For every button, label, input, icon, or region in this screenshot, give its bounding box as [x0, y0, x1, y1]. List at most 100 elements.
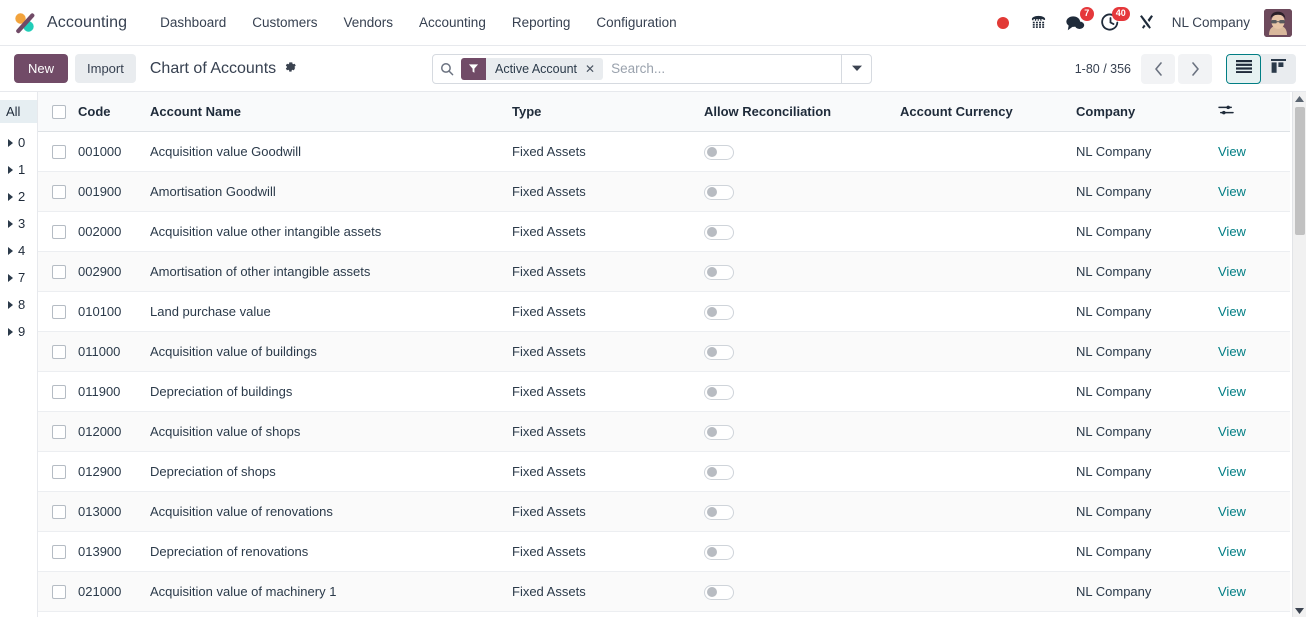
- voip-phone-icon[interactable]: [1028, 11, 1050, 35]
- table-row[interactable]: 013900 Depreciation of renovations Fixed…: [38, 531, 1290, 572]
- scrollbar-thumb[interactable]: [1295, 107, 1305, 235]
- debug-tools-icon[interactable]: [1136, 11, 1158, 35]
- table-row[interactable]: 002900 Amortisation of other intangible …: [38, 251, 1290, 292]
- reconciliation-toggle[interactable]: [704, 424, 734, 440]
- kanban-view-button[interactable]: [1261, 54, 1296, 84]
- table-row[interactable]: 002000 Acquisition value other intangibl…: [38, 211, 1290, 252]
- messages-icon[interactable]: 7: [1064, 6, 1094, 35]
- sidebar-item-all[interactable]: All: [0, 100, 37, 123]
- table-row[interactable]: 001000 Acquisition value Goodwill Fixed …: [38, 131, 1290, 172]
- row-checkbox[interactable]: [52, 425, 66, 440]
- row-checkbox[interactable]: [52, 505, 66, 520]
- company-selector[interactable]: NL Company: [1172, 15, 1250, 30]
- activities-clock-icon[interactable]: 40: [1100, 6, 1130, 35]
- list-view-button[interactable]: [1226, 53, 1261, 84]
- row-checkbox[interactable]: [52, 185, 66, 200]
- view-link[interactable]: View: [1218, 384, 1246, 399]
- reconciliation-toggle[interactable]: [704, 384, 734, 400]
- close-icon[interactable]: ✕: [585, 62, 595, 76]
- row-checkbox[interactable]: [52, 305, 66, 320]
- row-checkbox[interactable]: [52, 585, 66, 600]
- reconciliation-toggle[interactable]: [704, 464, 734, 480]
- pager-previous-button[interactable]: [1141, 53, 1175, 84]
- cell-account-currency: [900, 571, 1076, 612]
- row-checkbox[interactable]: [52, 545, 66, 560]
- import-button[interactable]: Import: [75, 54, 136, 83]
- scroll-down-icon[interactable]: [1293, 604, 1306, 617]
- view-link[interactable]: View: [1218, 504, 1246, 519]
- search-input[interactable]: [603, 54, 841, 83]
- menu-item-reporting[interactable]: Reporting: [499, 9, 584, 36]
- reconciliation-toggle[interactable]: [704, 264, 734, 280]
- table-row[interactable]: 011000 Acquisition value of buildings Fi…: [38, 331, 1290, 372]
- table-row[interactable]: 012900 Depreciation of shops Fixed Asset…: [38, 451, 1290, 492]
- reconciliation-toggle[interactable]: [704, 144, 734, 160]
- menu-item-accounting[interactable]: Accounting: [406, 9, 499, 36]
- menu-item-customers[interactable]: Customers: [239, 9, 330, 36]
- search-facet-active-account[interactable]: Active Account ✕: [461, 57, 604, 80]
- column-header-code[interactable]: Code: [78, 92, 150, 132]
- sidebar-item-1[interactable]: 1: [0, 156, 37, 183]
- view-link[interactable]: View: [1218, 344, 1246, 359]
- menu-item-vendors[interactable]: Vendors: [330, 9, 406, 36]
- reconciliation-toggle[interactable]: [704, 304, 734, 320]
- reconciliation-toggle[interactable]: [704, 504, 734, 520]
- row-checkbox[interactable]: [52, 385, 66, 400]
- reconciliation-toggle[interactable]: [704, 544, 734, 560]
- row-checkbox[interactable]: [52, 265, 66, 280]
- view-link[interactable]: View: [1218, 424, 1246, 439]
- sidebar-item-0[interactable]: 0: [0, 129, 37, 156]
- sidebar-item-3[interactable]: 3: [0, 210, 37, 237]
- user-avatar[interactable]: [1264, 8, 1292, 37]
- row-checkbox[interactable]: [52, 225, 66, 240]
- column-header-company[interactable]: Company: [1076, 92, 1218, 132]
- menu-item-dashboard[interactable]: Dashboard: [147, 9, 239, 36]
- view-link[interactable]: View: [1218, 464, 1246, 479]
- sidebar-item-9[interactable]: 9: [0, 318, 37, 345]
- sidebar-item-2[interactable]: 2: [0, 183, 37, 210]
- recording-dot-icon[interactable]: [992, 11, 1014, 35]
- table-row[interactable]: 010100 Land purchase value Fixed Assets …: [38, 291, 1290, 332]
- table-row[interactable]: 012000 Acquisition value of shops Fixed …: [38, 411, 1290, 452]
- view-link[interactable]: View: [1218, 224, 1246, 239]
- table-row[interactable]: 013000 Acquisition value of renovations …: [38, 491, 1290, 532]
- sidebar-item-7[interactable]: 7: [0, 264, 37, 291]
- chevron-down-icon[interactable]: [841, 54, 871, 83]
- view-link[interactable]: View: [1218, 544, 1246, 559]
- reconciliation-toggle[interactable]: [704, 184, 734, 200]
- row-checkbox[interactable]: [52, 145, 66, 160]
- brand[interactable]: Accounting: [12, 10, 127, 36]
- sidebar-item-label: 1: [18, 162, 26, 177]
- row-checkbox[interactable]: [52, 345, 66, 360]
- view-link[interactable]: View: [1218, 184, 1246, 199]
- reconciliation-toggle[interactable]: [704, 224, 734, 240]
- view-link[interactable]: View: [1218, 584, 1246, 599]
- reconciliation-toggle[interactable]: [704, 344, 734, 360]
- select-all-checkbox[interactable]: [52, 105, 66, 120]
- view-link[interactable]: View: [1218, 264, 1246, 279]
- gear-icon[interactable]: [283, 60, 297, 77]
- reconciliation-toggle[interactable]: [704, 584, 734, 600]
- sidebar-item-4[interactable]: 4: [0, 237, 37, 264]
- cell-allow-reconciliation: [704, 331, 900, 372]
- cell-code: 001000: [78, 131, 150, 172]
- new-button[interactable]: New: [14, 54, 69, 83]
- scroll-up-icon[interactable]: [1293, 92, 1306, 105]
- cell-account-name: Acquisition value of buildings: [150, 331, 512, 372]
- column-header-allow-reconciliation[interactable]: Allow Reconciliation: [704, 92, 900, 132]
- sidebar-item-8[interactable]: 8: [0, 291, 37, 318]
- table-row[interactable]: 021000 Acquisition value of machinery 1 …: [38, 571, 1290, 612]
- table-row[interactable]: 011900 Depreciation of buildings Fixed A…: [38, 371, 1290, 412]
- column-header-account-name[interactable]: Account Name: [150, 92, 512, 132]
- row-checkbox[interactable]: [52, 465, 66, 480]
- view-link[interactable]: View: [1218, 304, 1246, 319]
- pager-next-button[interactable]: [1178, 53, 1212, 84]
- column-settings-icon[interactable]: [1218, 103, 1234, 120]
- table-row[interactable]: 001900 Amortisation Goodwill Fixed Asset…: [38, 171, 1290, 212]
- column-header-type[interactable]: Type: [512, 92, 704, 132]
- table-header-row: Code Account Name Type Allow Reconciliat…: [38, 92, 1290, 132]
- vertical-scrollbar[interactable]: [1292, 92, 1306, 617]
- column-header-account-currency[interactable]: Account Currency: [900, 92, 1076, 132]
- view-link[interactable]: View: [1218, 144, 1246, 159]
- menu-item-configuration[interactable]: Configuration: [583, 9, 689, 36]
